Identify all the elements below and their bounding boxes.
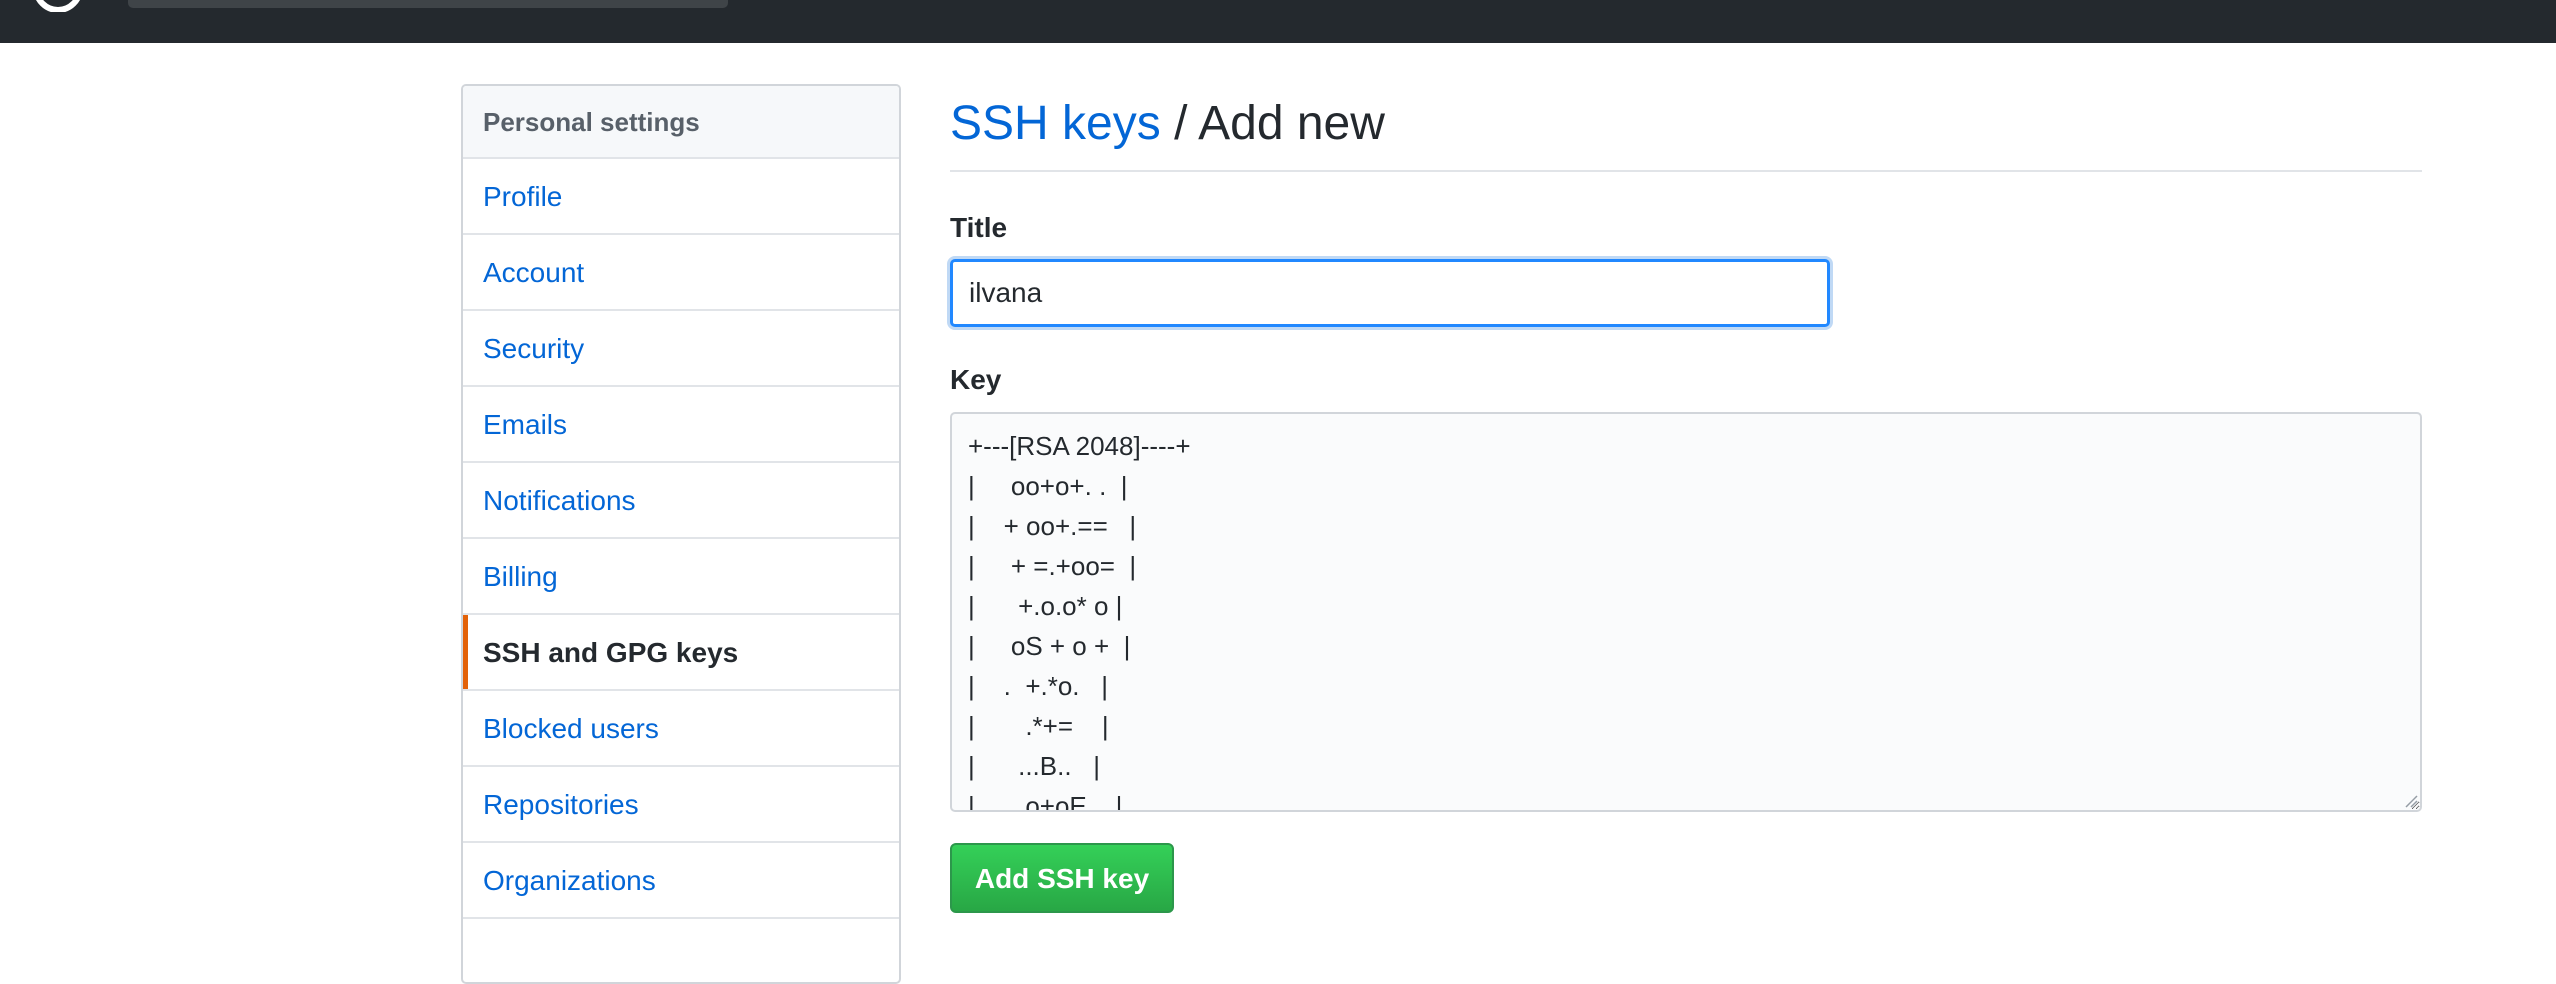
breadcrumb-separator: / xyxy=(1174,97,1188,150)
key-label: Key xyxy=(950,364,1002,395)
sidebar-item-security[interactable]: Security xyxy=(463,311,899,387)
title-divider xyxy=(950,170,2422,172)
sidebar-item-organizations[interactable]: Organizations xyxy=(463,843,899,919)
resize-grip-icon[interactable] xyxy=(2402,792,2418,808)
breadcrumb-current: Add new xyxy=(1198,97,1385,150)
github-logo-icon[interactable] xyxy=(28,0,88,12)
sidebar-heading: Personal settings xyxy=(463,86,899,159)
title-label: Title xyxy=(950,212,1008,243)
sidebar-item-emails[interactable]: Emails xyxy=(463,387,899,463)
sidebar-item-profile[interactable]: Profile xyxy=(463,159,899,235)
breadcrumb-ssh-keys-link[interactable]: SSH keys xyxy=(950,97,1161,150)
add-ssh-key-button[interactable]: Add SSH key xyxy=(950,843,1174,913)
title-input[interactable] xyxy=(950,259,1830,327)
settings-sidebar: Personal settings Profile Account Securi… xyxy=(461,84,901,984)
sidebar-item-next[interactable] xyxy=(463,919,899,982)
sidebar-item-repositories[interactable]: Repositories xyxy=(463,767,899,843)
sidebar-item-notifications[interactable]: Notifications xyxy=(463,463,899,539)
sidebar-item-ssh-gpg-keys[interactable]: SSH and GPG keys xyxy=(463,615,899,691)
sidebar-item-account[interactable]: Account xyxy=(463,235,899,311)
sidebar-item-blocked-users[interactable]: Blocked users xyxy=(463,691,899,767)
search-input[interactable] xyxy=(128,0,728,8)
sidebar-item-billing[interactable]: Billing xyxy=(463,539,899,615)
key-textarea[interactable]: +---[RSA 2048]----+ | oo+o+. . | | + oo+… xyxy=(950,412,2422,812)
page-title: SSH keys / Add new xyxy=(950,94,1385,154)
top-nav-bar xyxy=(0,0,2556,43)
